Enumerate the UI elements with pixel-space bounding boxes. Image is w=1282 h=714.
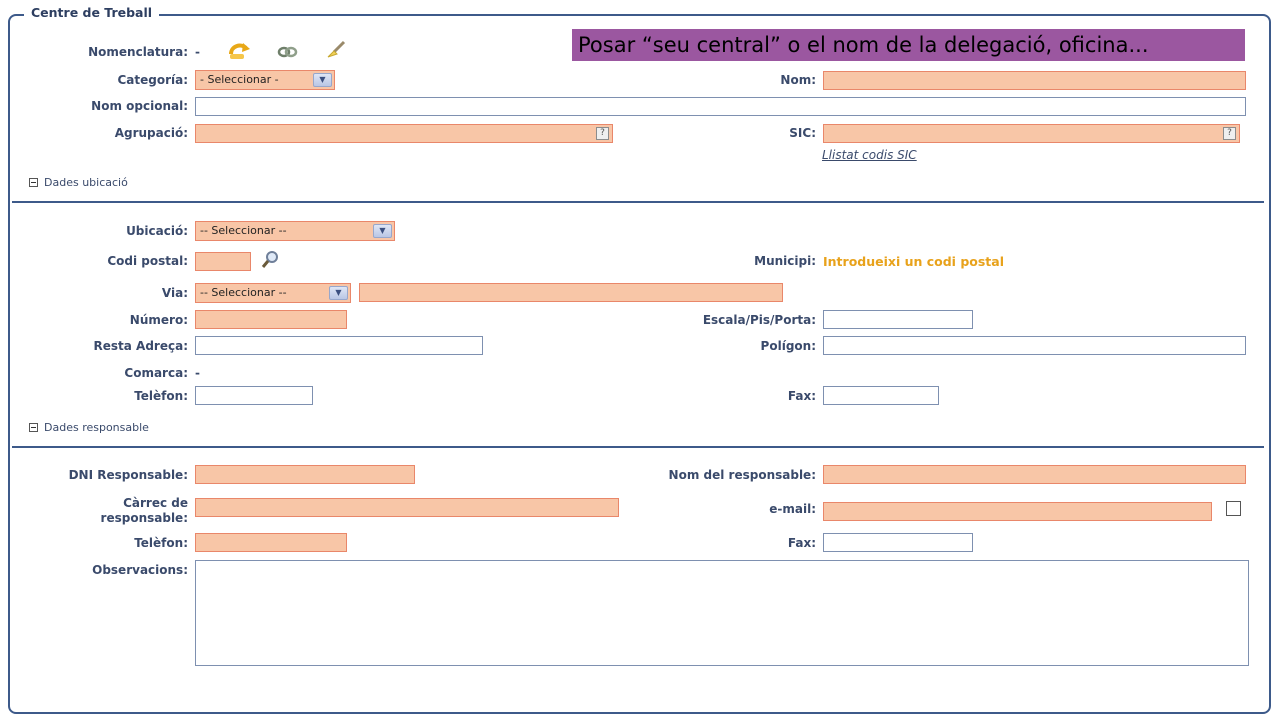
via-name-input[interactable] [359,283,783,302]
ubicacio-toggle-label: Dades ubicació [44,176,128,189]
resta-adreca-label: Resta Adreça: [93,339,188,353]
telefon-label: Telèfon: [134,389,188,403]
nom-input[interactable] [823,71,1246,90]
municipi-value: Introdueixi un codi postal [823,254,1004,269]
via-select[interactable]: -- Seleccionar -- ▼ [195,283,351,303]
email-input[interactable] [823,502,1212,521]
link-icon[interactable] [277,44,299,60]
sic-codes-link[interactable]: Llistat codis SIC [822,148,917,162]
chevron-down-icon: ▼ [329,286,348,300]
nom-opcional-label: Nom opcional: [91,99,188,113]
carrec-label-line1: Càrrec de [123,496,188,510]
section-title: Centre de Treball [24,5,160,20]
chevron-down-icon: ▼ [373,224,392,238]
ubicacio-selected: -- Seleccionar -- [200,224,287,237]
nom-opcional-input[interactable] [195,97,1246,116]
email-label: e-mail: [769,502,816,516]
ubicacio-select[interactable]: -- Seleccionar -- ▼ [195,221,395,241]
dni-responsable-input[interactable] [195,465,415,484]
search-magnifier-icon[interactable] [260,250,280,270]
codi-postal-label: Codi postal: [107,254,188,268]
carrec-input[interactable] [195,498,619,517]
via-selected: -- Seleccionar -- [200,286,287,299]
carrec-label-line2: responsable: [100,511,188,525]
escala-label: Escala/Pis/Porta: [702,313,816,327]
nom-label: Nom: [780,73,816,87]
numero-label: Número: [129,313,188,327]
agrupacio-label: Agrupació: [114,126,188,140]
instruction-banner: Posar “seu central” o el nom de la deleg… [572,29,1245,61]
resp-telefon-label: Telèfon: [134,536,188,550]
comarca-label: Comarca: [124,366,188,380]
poligon-label: Polígon: [760,339,816,353]
observacions-label: Observacions: [92,563,188,577]
sic-label: SIC: [789,126,816,140]
fax-input[interactable] [823,386,939,405]
ubicacio-toggle[interactable]: Dades ubicació [29,176,128,189]
help-icon[interactable]: ? [1223,127,1236,140]
refresh-arrow-icon[interactable] [227,40,251,62]
help-icon[interactable]: ? [596,127,609,140]
observacions-textarea[interactable] [195,560,1249,666]
numero-input[interactable] [195,310,347,329]
collapse-icon [29,178,38,187]
nom-responsable-input[interactable] [823,465,1246,484]
codi-postal-input[interactable] [195,252,251,271]
divider [12,201,1264,203]
categoria-label: Categoría: [117,73,188,87]
responsable-toggle-label: Dades responsable [44,421,149,434]
escala-input[interactable] [823,310,973,329]
municipi-label: Municipi: [754,254,816,268]
resp-telefon-input[interactable] [195,533,347,552]
collapse-icon [29,423,38,432]
email-checkbox[interactable] [1226,501,1241,516]
agrupacio-input[interactable]: ? [195,124,613,143]
nomenclatura-label: Nomenclatura: [88,45,188,59]
telefon-input[interactable] [195,386,313,405]
resp-fax-input[interactable] [823,533,973,552]
nomenclatura-value: - [195,45,200,59]
fax-label: Fax: [787,389,816,403]
via-label: Via: [161,286,188,300]
resta-adreca-input[interactable] [195,336,483,355]
categoria-selected: - Seleccionar - [200,73,279,86]
nom-responsable-label: Nom del responsable: [668,468,816,482]
poligon-input[interactable] [823,336,1246,355]
chevron-down-icon: ▼ [313,73,332,87]
edit-brush-icon[interactable] [325,40,347,60]
carrec-label: Càrrec de responsable: [40,496,188,526]
comarca-value: - [195,366,200,380]
dni-responsable-label: DNI Responsable: [68,468,188,482]
sic-input[interactable]: ? [823,124,1240,143]
resp-fax-label: Fax: [787,536,816,550]
divider [12,446,1264,448]
responsable-toggle[interactable]: Dades responsable [29,421,149,434]
categoria-select[interactable]: - Seleccionar - ▼ [195,70,335,90]
ubicacio-label: Ubicació: [126,224,188,238]
